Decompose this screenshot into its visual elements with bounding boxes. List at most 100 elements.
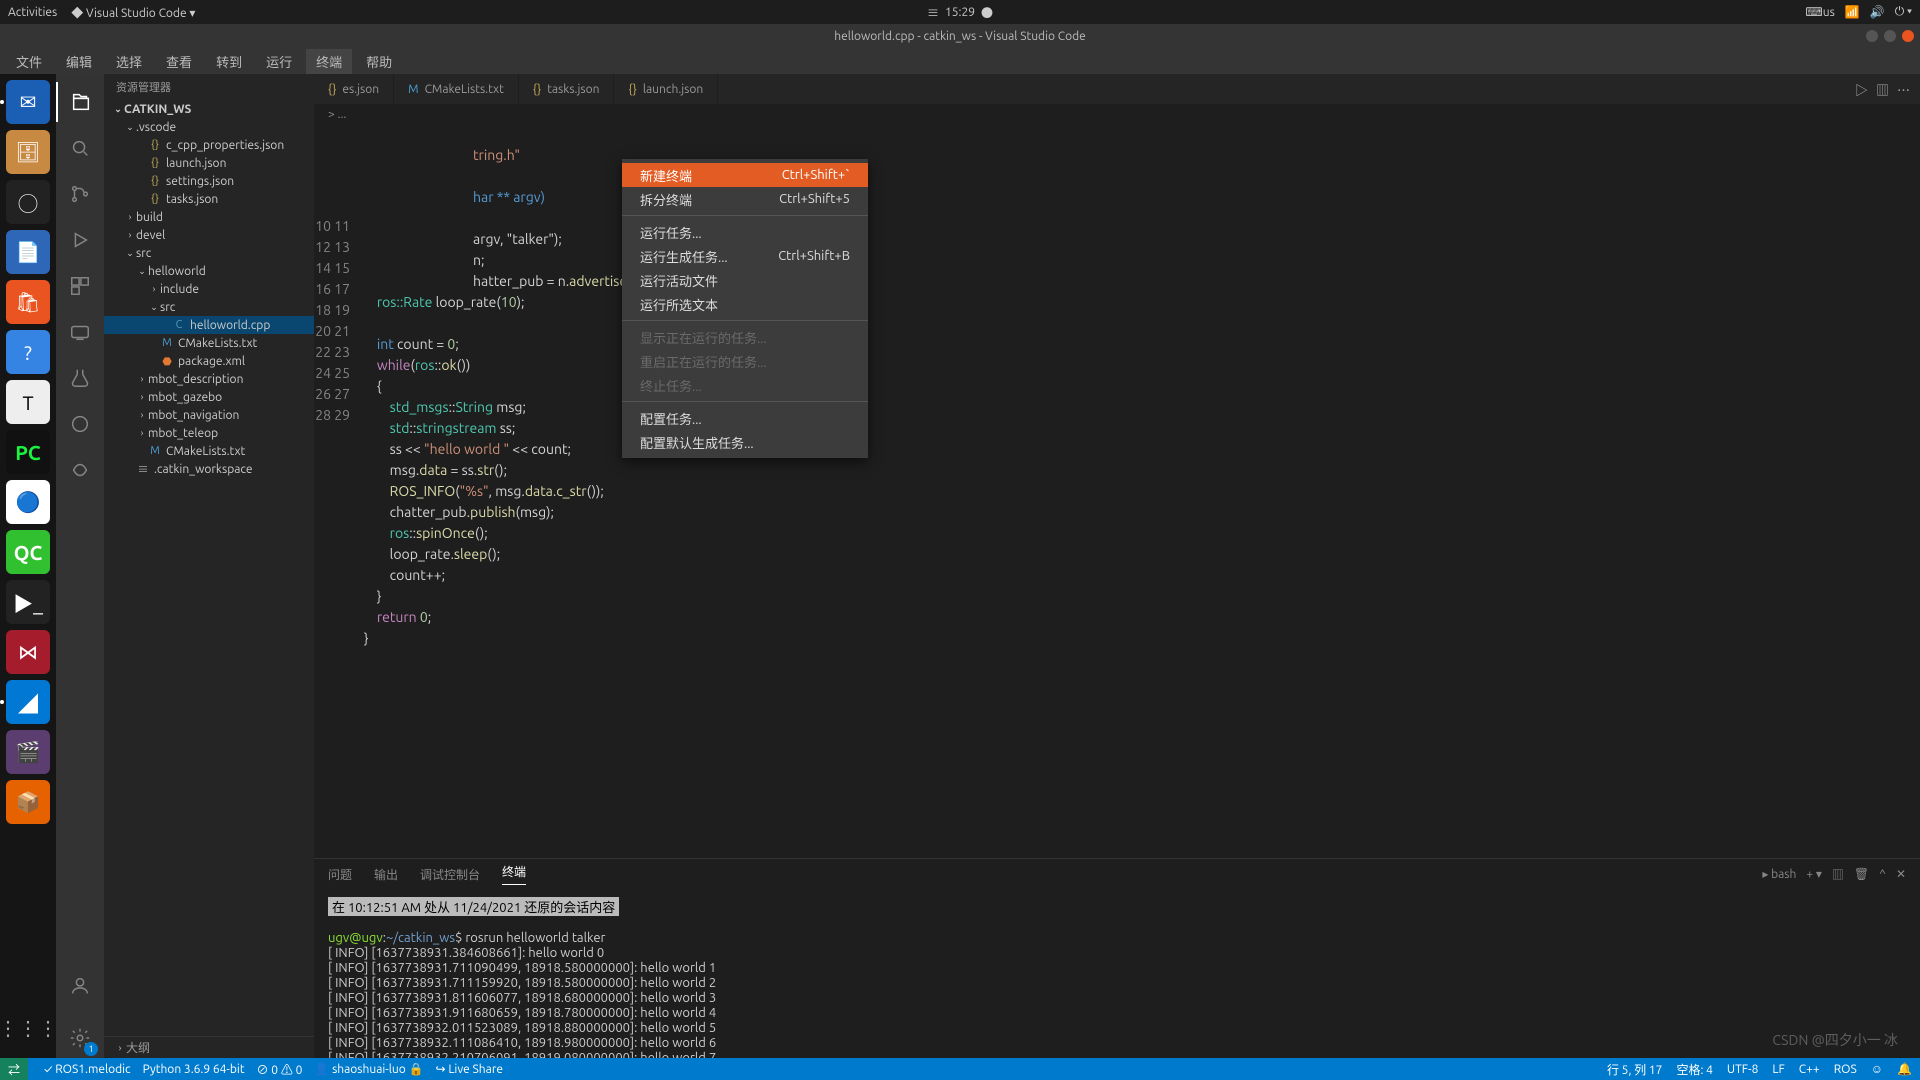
menu-help[interactable]: 帮助 [356, 49, 402, 74]
maximize-button[interactable] [1884, 30, 1896, 42]
menu-run[interactable]: 运行 [256, 49, 302, 74]
menu-file[interactable]: 文件 [6, 49, 52, 74]
tree-item[interactable]: ›devel [104, 226, 314, 244]
tree-item[interactable]: ⌄src [104, 298, 314, 316]
panel-tab-problems[interactable]: 问题 [328, 866, 352, 883]
code-editor[interactable]: 10 11 12 13 14 15 16 17 18 19 20 21 22 2… [314, 124, 1920, 858]
close-panel-icon[interactable]: ✕ [1896, 867, 1906, 881]
accounts-icon[interactable] [56, 966, 104, 1006]
dock-thunderbird-icon[interactable]: ✉ [6, 80, 50, 124]
panel-tab-terminal[interactable]: 终端 [502, 863, 526, 885]
minimap[interactable] [1816, 124, 1906, 324]
maximize-panel-icon[interactable]: ^ [1879, 868, 1886, 881]
outline-section[interactable]: ›大纲 [104, 1036, 314, 1058]
power-icon[interactable]: ⏻ ▾ [1895, 5, 1912, 19]
status-python[interactable]: Python 3.6.9 64-bit [143, 1063, 245, 1076]
new-terminal-icon[interactable]: + ▾ [1806, 867, 1822, 881]
app-menu[interactable]: ◆ Visual Studio Code ▾ [71, 4, 195, 21]
project-root[interactable]: ⌄CATKIN_WS [104, 100, 314, 118]
input-indicator[interactable]: ⌨us [1805, 5, 1834, 19]
status-eol[interactable]: LF [1772, 1063, 1784, 1076]
tab-es-json[interactable]: {}es.json [314, 74, 394, 104]
ros-icon[interactable] [56, 404, 104, 444]
dock-software-icon[interactable]: 🛍 [6, 280, 50, 324]
minimize-button[interactable] [1866, 30, 1878, 42]
scm-icon[interactable] [56, 174, 104, 214]
panel-tab-output[interactable]: 输出 [374, 866, 398, 883]
tree-item[interactable]: Chelloworld.cpp [104, 316, 314, 334]
tree-item[interactable]: ›mbot_teleop [104, 424, 314, 442]
menu-item[interactable]: 运行生成任务...Ctrl+Shift+B [622, 244, 868, 268]
remote-button[interactable]: ⇄ [0, 1058, 28, 1080]
tab-cmake[interactable]: MCMakeLists.txt [394, 74, 519, 104]
tree-item[interactable]: ›mbot_gazebo [104, 388, 314, 406]
menu-view[interactable]: 查看 [156, 49, 202, 74]
terminal-shell-label[interactable]: ▸ bash [1762, 867, 1796, 881]
tree-item[interactable]: ›include [104, 280, 314, 298]
tab-tasks-json[interactable]: {}tasks.json [519, 74, 615, 104]
dock-files-icon[interactable]: 🗄 [6, 130, 50, 174]
menu-edit[interactable]: 编辑 [56, 49, 102, 74]
kill-terminal-icon[interactable]: 🗑 [1854, 867, 1869, 881]
menu-item[interactable]: 运行活动文件 [622, 268, 868, 292]
close-button[interactable] [1902, 30, 1914, 42]
settings-gear-icon[interactable]: 1 [56, 1018, 104, 1058]
status-lang[interactable]: C++ [1799, 1063, 1820, 1076]
dock-box-icon[interactable]: 📦 [6, 780, 50, 824]
menu-go[interactable]: 转到 [206, 49, 252, 74]
breadcrumb[interactable]: > ... [314, 104, 1920, 124]
tab-launch-json[interactable]: {}launch.json [614, 74, 718, 104]
tree-item[interactable]: MCMakeLists.txt [104, 442, 314, 460]
search-icon[interactable] [56, 128, 104, 168]
terminal-body[interactable]: 在 10:12:51 AM 处从 11/24/2021 还原的会话内容 ugv@… [314, 889, 1920, 1058]
tree-item[interactable]: ›build [104, 208, 314, 226]
dock-chrome-icon[interactable]: 🔵 [6, 480, 50, 524]
tree-item[interactable]: {}launch.json [104, 154, 314, 172]
tree-item[interactable]: ⌄.vscode [104, 118, 314, 136]
menu-item[interactable]: 新建终端Ctrl+Shift+` [622, 163, 868, 187]
status-problems[interactable]: ⊘ 0 ⚠ 0 [257, 1061, 303, 1078]
menu-item[interactable]: 拆分终端Ctrl+Shift+5 [622, 187, 868, 211]
clock[interactable]: ≡ 15:29 ● [927, 4, 993, 21]
menu-selection[interactable]: 选择 [106, 49, 152, 74]
status-liveshare[interactable]: ↪ Live Share [436, 1062, 504, 1076]
status-feedback-icon[interactable]: ☺ [1871, 1062, 1883, 1076]
dock-help-icon[interactable]: ? [6, 330, 50, 374]
panel-tab-debugconsole[interactable]: 调试控制台 [420, 866, 480, 883]
tree-item[interactable]: MCMakeLists.txt [104, 334, 314, 352]
dock-mendeley-icon[interactable]: ⋈ [6, 630, 50, 674]
tree-item[interactable]: {}tasks.json [104, 190, 314, 208]
testing-icon[interactable] [56, 358, 104, 398]
split-editor-icon[interactable]: ▥ [1876, 80, 1889, 99]
status-ros2[interactable]: ROS [1834, 1063, 1857, 1076]
activities-button[interactable]: Activities [8, 6, 57, 19]
status-encoding[interactable]: UTF-8 [1727, 1063, 1758, 1076]
tree-item[interactable]: ›mbot_description [104, 370, 314, 388]
menu-terminal[interactable]: 终端 [306, 49, 352, 74]
tree-item[interactable]: {}c_cpp_properties.json [104, 136, 314, 154]
remote-icon[interactable] [56, 312, 104, 352]
dock-qt-icon[interactable]: QC [6, 530, 50, 574]
run-icon[interactable]: ▷ [1855, 80, 1868, 99]
dock-text-icon[interactable]: T [6, 380, 50, 424]
dock-video-icon[interactable]: 🎬 [6, 730, 50, 774]
volume-icon[interactable]: 🔊 [1870, 5, 1885, 19]
menu-item[interactable]: 运行任务... [622, 220, 868, 244]
status-ros[interactable]: ✓ ROS1.melodic [44, 1063, 131, 1076]
tree-item[interactable]: ≡.catkin_workspace [104, 460, 314, 478]
explorer-icon[interactable] [56, 82, 104, 122]
tree-item[interactable]: ›mbot_navigation [104, 406, 314, 424]
dock-vscode-icon[interactable]: ◢ [6, 680, 50, 724]
dock-pycharm-icon[interactable]: PC [6, 430, 50, 474]
network-icon[interactable]: 📶 [1845, 5, 1860, 19]
tree-item[interactable]: ⬣package.xml [104, 352, 314, 370]
status-user[interactable]: 👤 shaoshuai-luo 🔒 [314, 1062, 423, 1076]
split-terminal-icon[interactable]: ▥ [1832, 866, 1844, 883]
more-icon[interactable]: ⋯ [1897, 80, 1910, 99]
status-bell-icon[interactable]: 🔔 [1897, 1062, 1912, 1076]
tree-item[interactable]: ⌄src [104, 244, 314, 262]
dock-libreoffice-icon[interactable]: 📄 [6, 230, 50, 274]
dock-apps-grid-icon[interactable]: ⋮⋮⋮ [6, 1006, 50, 1050]
status-spaces[interactable]: 空格: 4 [1676, 1061, 1712, 1078]
liveshare-icon[interactable] [56, 450, 104, 490]
